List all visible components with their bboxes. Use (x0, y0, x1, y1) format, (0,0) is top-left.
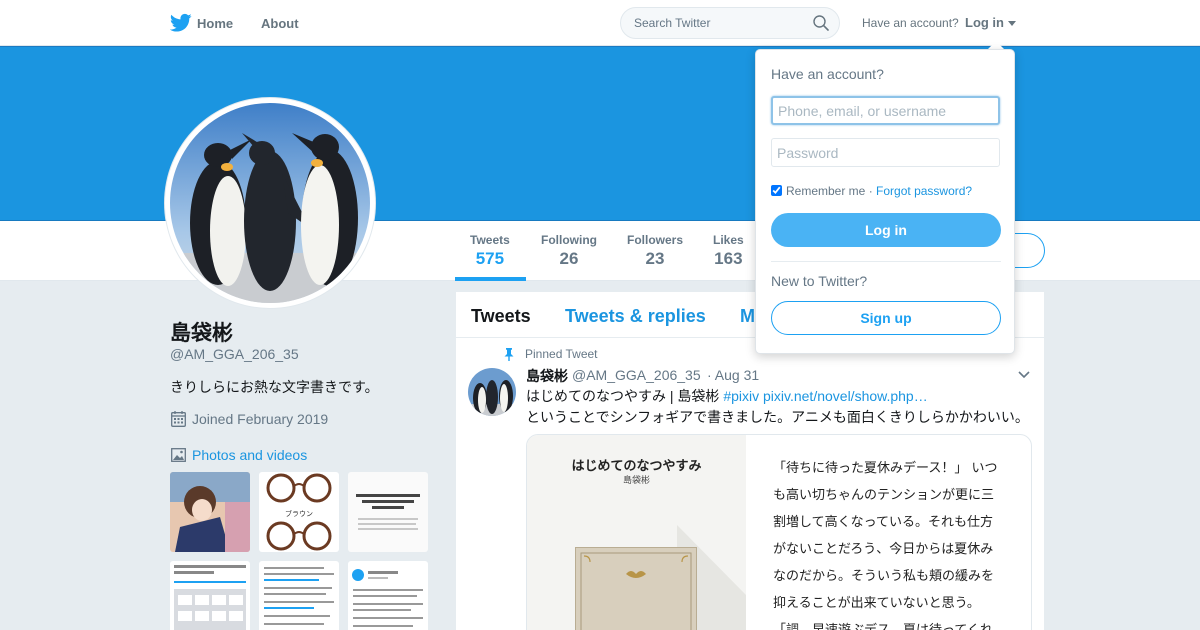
tweet-text: はじめてのなつやすみ | 島袋彬 (526, 388, 724, 404)
remember-me-label[interactable]: Remember me (786, 184, 865, 198)
forgot-password-link[interactable]: Forgot password? (876, 184, 972, 198)
remember-me-checkbox[interactable] (771, 185, 782, 196)
password-field[interactable] (771, 138, 1000, 167)
new-to-twitter-label: New to Twitter? (771, 273, 868, 289)
tab-tweets-and-replies[interactable]: Tweets & replies (565, 306, 706, 327)
calendar-icon (171, 411, 186, 427)
media-thumbnail[interactable] (170, 561, 250, 630)
media-thumbnail[interactable] (259, 561, 339, 630)
link-preview-card[interactable]: はじめてのなつやすみ 島袋彬 「待ちに待った夏休みデース！」 いつ も高い切ちゃ… (526, 434, 1032, 630)
stat-value: 575 (475, 249, 505, 268)
card-excerpt-line: 抑えることが出来ていないと思う。 (773, 596, 980, 611)
svg-text:ブラウン: ブラウン (285, 509, 313, 518)
top-nav: Home About Search Twitter Have an accoun… (0, 0, 1200, 46)
search-icon[interactable] (813, 15, 829, 31)
dropdown-arrow (988, 41, 1004, 49)
card-excerpt-line: がないことだろう、今日からは夏休み (773, 542, 994, 557)
card-cover: はじめてのなつやすみ 島袋彬 (527, 435, 746, 630)
card-excerpt-line: なのだから。そういう私も頬の緩みを (773, 569, 995, 584)
profile-handle[interactable]: @AM_GGA_206_35 (170, 346, 299, 362)
separator-dot: · (868, 184, 873, 198)
tweet-avatar[interactable] (468, 368, 516, 416)
photo-icon (171, 448, 186, 462)
media-thumbnail[interactable] (170, 472, 250, 552)
stat-label: Tweets (470, 233, 510, 247)
chevron-down-icon[interactable] (1008, 21, 1016, 26)
card-excerpt-line: 「調、早速遊ぶデス。夏は待ってくれ (773, 617, 1013, 630)
stat-tweets[interactable]: Tweets 575 (470, 233, 510, 269)
have-account-label: Have an account? (862, 16, 959, 30)
profile-name[interactable]: 島袋彬 (170, 317, 233, 347)
media-thumbnail[interactable] (348, 561, 428, 630)
tweet-text-line: はじめてのなつやすみ | 島袋彬 #pixiv pixiv.net/novel/… (526, 386, 928, 406)
card-excerpt-line: 「待ちに待った夏休みデース！」 いつ (773, 461, 998, 476)
tweet-date[interactable]: · Aug 31 (707, 367, 759, 383)
signup-button[interactable]: Sign up (771, 301, 1001, 335)
photos-and-videos-link[interactable]: Photos and videos (192, 447, 307, 463)
chevron-down-icon[interactable] (1018, 371, 1030, 379)
card-author: 島袋彬 (622, 475, 650, 485)
pin-icon (504, 348, 514, 361)
remember-row: Remember me · Forgot password? (771, 184, 972, 198)
profile-joined-date: Joined February 2019 (192, 411, 329, 427)
profile-avatar[interactable] (165, 98, 375, 308)
stat-following[interactable]: Following 26 (541, 233, 597, 269)
tweet-link[interactable]: #pixiv pixiv.net/novel/show.php… (723, 388, 927, 404)
active-stat-underline (455, 277, 526, 281)
tweet-text: ということでシンフォギアで書きました。アニメも面白くきりしらかかわいい。 (526, 409, 1029, 425)
stat-label: Followers (627, 233, 684, 247)
nav-about-link[interactable]: About (261, 16, 299, 31)
tweet-author-name[interactable]: 島袋彬 (526, 366, 568, 386)
username-field[interactable] (771, 96, 1000, 125)
twitter-bird-icon[interactable] (170, 13, 192, 33)
tab-tweets[interactable]: Tweets (471, 306, 531, 327)
stat-likes[interactable]: Likes 163 (713, 233, 744, 269)
card-excerpt-line: も高い切ちゃんのテンションが更に三 (773, 488, 995, 503)
search-placeholder: Search Twitter (634, 16, 711, 30)
search-input[interactable]: Search Twitter (620, 7, 840, 39)
dropdown-title: Have an account? (771, 66, 884, 82)
stat-value: 23 (645, 249, 665, 268)
pinned-tweet-label: Pinned Tweet (525, 347, 598, 361)
penguins-image (170, 103, 370, 303)
login-dropdown-toggle[interactable]: Log in (965, 15, 1004, 30)
stat-value: 26 (559, 249, 579, 268)
tweet-author-handle[interactable]: @AM_GGA_206_35 (572, 367, 701, 383)
stat-label: Likes (713, 233, 744, 247)
card-excerpt: 「待ちに待った夏休みデース！」 いつ も高い切ちゃんのテンションが更に三 割増し… (773, 455, 1013, 630)
tab-media[interactable]: M (740, 306, 755, 327)
login-button[interactable]: Log in (771, 213, 1001, 247)
stat-followers[interactable]: Followers 23 (627, 233, 683, 269)
login-dropdown: Have an account? Remember me · Forgot pa… (755, 49, 1015, 354)
nav-home-link[interactable]: Home (197, 16, 233, 31)
stat-label: Following (541, 233, 597, 247)
media-thumbnail[interactable] (348, 472, 428, 552)
card-frame-image (575, 547, 697, 630)
profile-bio: きりしらにお熱な文字書きです。 (170, 379, 379, 395)
card-excerpt-line: 割増して高くなっている。それも仕方 (773, 515, 993, 530)
media-thumbnail[interactable]: ブラウン (259, 472, 339, 552)
stat-value: 163 (714, 249, 743, 268)
divider (771, 261, 1001, 262)
card-title: はじめてのなつやすみ (571, 458, 702, 473)
